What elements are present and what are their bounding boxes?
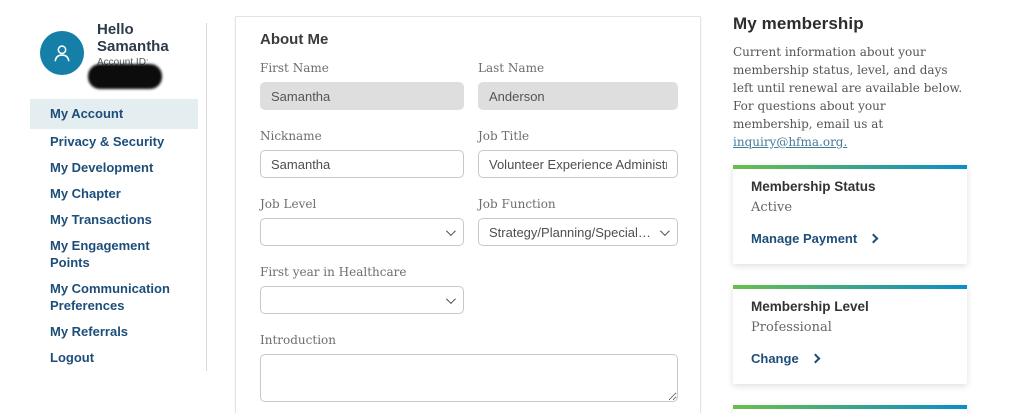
first-year-field-group: First year in Healthcare [260,265,464,314]
last-name-field-group: Last Name [478,61,678,110]
greeting-line1: Hello [97,21,169,38]
sidebar-item-my-engagement-points[interactable]: My Engagement Points [30,233,198,276]
sidebar-nav: My Account Privacy & Security My Develop… [30,99,198,371]
membership-level-value: Professional [751,320,949,335]
manage-payment-link[interactable]: Manage Payment [751,231,949,246]
sidebar-divider [206,23,207,371]
account-id-redacted [88,64,162,89]
job-function-field-group: Job Function Strategy/Planning/Special P… [478,197,678,246]
first-name-input [260,82,464,110]
my-membership-section: My membership Current information about … [733,14,967,413]
job-level-label: Job Level [260,197,464,211]
my-membership-title: My membership [733,14,967,34]
greeting: Hello Samantha [97,21,169,55]
nickname-input[interactable] [260,150,464,178]
membership-cards: Membership Status Active Manage Payment … [733,165,967,413]
job-level-field-group: Job Level [260,197,464,246]
sidebar-item-privacy-security[interactable]: Privacy & Security [30,129,198,155]
first-name-field-group: First Name [260,61,464,110]
introduction-textarea[interactable] [260,354,678,402]
sidebar-item-my-chapter[interactable]: My Chapter [30,181,198,207]
membership-status-title: Membership Status [751,179,949,194]
last-name-label: Last Name [478,61,678,75]
person-icon [49,40,75,66]
sidebar-item-my-referrals[interactable]: My Referrals [30,319,198,345]
job-level-select[interactable] [260,218,464,246]
sidebar-item-my-communication-preferences[interactable]: My Communication Preferences [30,276,198,319]
sidebar-item-my-development[interactable]: My Development [30,155,198,181]
chevron-right-icon [810,354,820,364]
job-function-value: Strategy/Planning/Special Projects [489,225,652,240]
sidebar-item-my-account[interactable]: My Account [30,99,198,129]
change-level-label: Change [751,351,799,366]
about-me-title: About Me [260,31,676,48]
nickname-field-group: Nickname [260,129,464,178]
sidebar: Hello Samantha Account ID: My Account Pr… [0,0,207,413]
spacer-cell [478,265,678,314]
membership-status-card: Membership Status Active Manage Payment [733,165,967,264]
membership-status-value: Active [751,200,949,215]
about-me-form: First Name Last Name Nickname Job Title … [260,61,676,413]
about-me-card: About Me First Name Last Name Nickname J… [235,16,701,413]
avatar [40,31,84,75]
job-function-label: Job Function [478,197,678,211]
change-level-link[interactable]: Change [751,351,949,366]
first-name-label: First Name [260,61,464,75]
my-membership-description: Current information about your membershi… [733,43,967,151]
membership-description-text: Current information about your membershi… [733,45,962,131]
nickname-label: Nickname [260,129,464,143]
job-function-select[interactable]: Strategy/Planning/Special Projects [478,218,678,246]
chevron-down-icon [660,226,670,236]
manage-payment-label: Manage Payment [751,231,857,246]
membership-renewal-card: Membership Renewal May 31, 2060 (12998 D… [733,405,967,413]
introduction-label: Introduction [260,333,678,347]
membership-level-title: Membership Level [751,299,949,314]
first-year-label: First year in Healthcare [260,265,464,279]
job-title-label: Job Title [478,129,678,143]
chevron-down-icon [446,226,456,236]
job-title-input[interactable] [478,150,678,178]
membership-email-link[interactable]: inquiry@hfma.org. [733,135,847,149]
sidebar-item-logout[interactable]: Logout [30,345,198,371]
last-name-input [478,82,678,110]
chevron-right-icon [869,234,879,244]
first-year-select[interactable] [260,286,464,314]
chevron-down-icon [446,294,456,304]
sidebar-item-my-transactions[interactable]: My Transactions [30,207,198,233]
greeting-line2: Samantha [97,38,169,55]
membership-level-card: Membership Level Professional Change [733,285,967,384]
introduction-field-group: Introduction [260,333,678,407]
job-title-field-group: Job Title [478,129,678,178]
